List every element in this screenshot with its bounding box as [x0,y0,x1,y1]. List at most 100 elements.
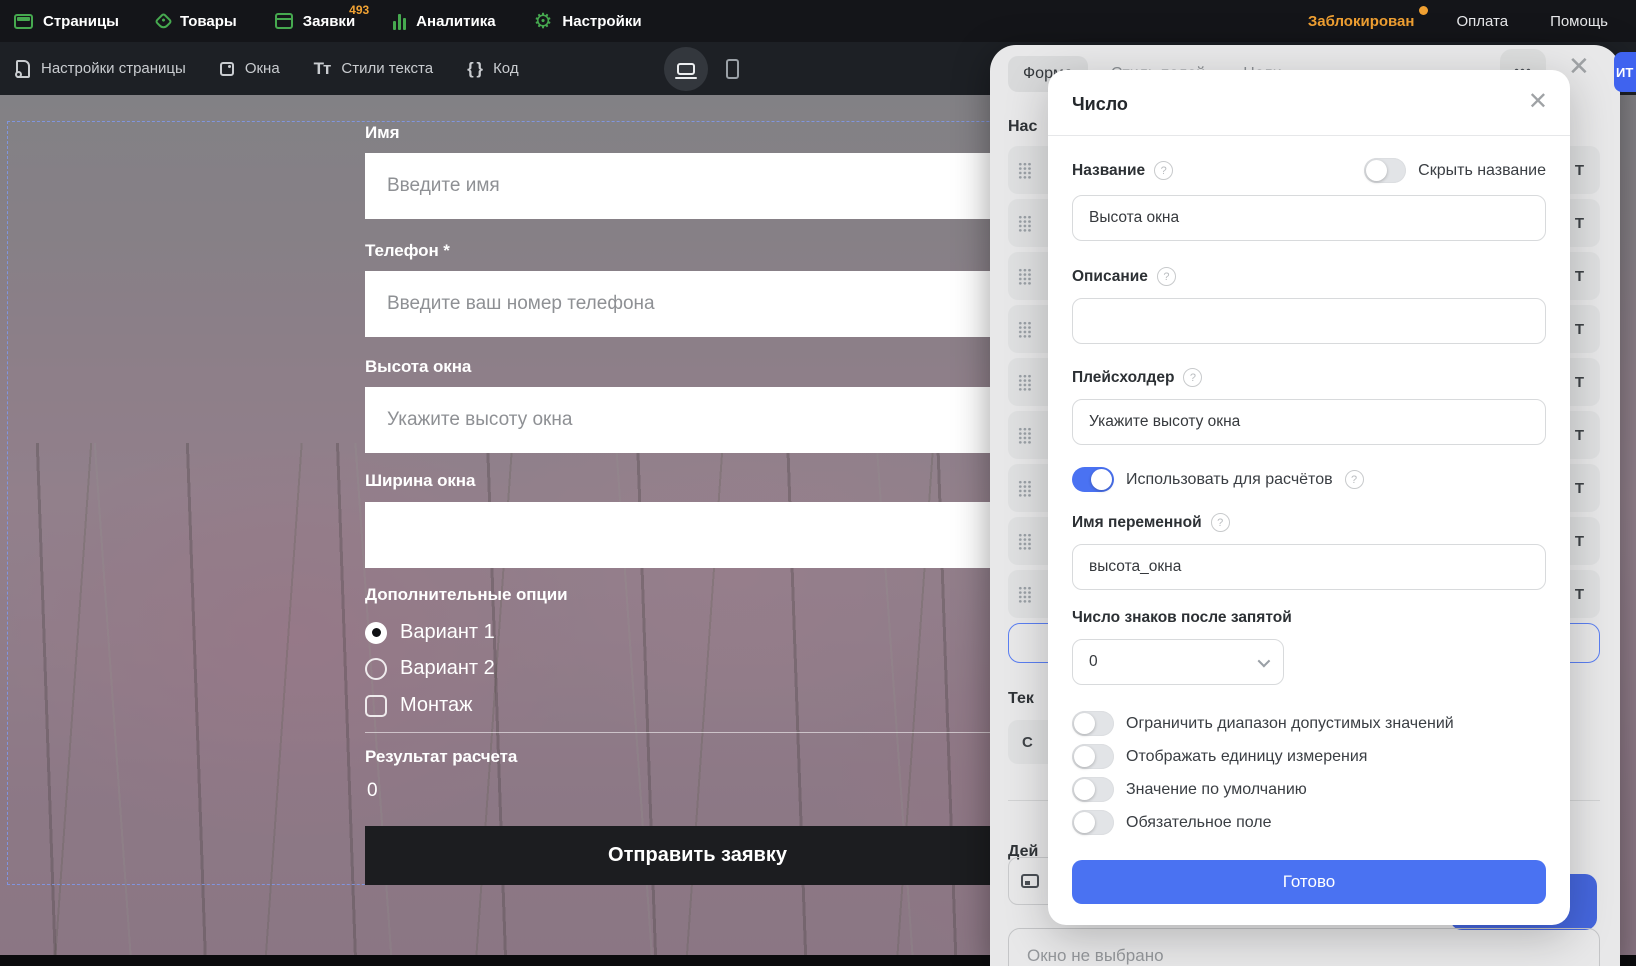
nav-item-settings[interactable]: ⚙ Настройки [534,11,642,31]
panel-heading-clipped: Нас [1008,118,1037,136]
page-settings-icon [16,60,30,78]
show-unit-toggle[interactable] [1072,744,1114,769]
nav-right-group: Заблокирован Оплата Помощь [1308,0,1608,42]
radio-option-label: Вариант 2 [400,657,495,680]
toggle-label: Отображать единицу измерения [1126,748,1367,766]
toggle-label: Обязательное поле [1126,814,1272,832]
mobile-preview-button mobile-icon[interactable] [726,59,739,79]
drag-handle-icon[interactable] [1018,533,1032,550]
drag-handle-icon[interactable] [1018,215,1032,232]
drag-handle-icon[interactable] [1018,427,1032,444]
hide-name-toggle[interactable] [1364,158,1406,183]
desktop-preview-button[interactable] [664,47,708,91]
field-type-icon[interactable]: Т [1575,162,1584,179]
placeholder-input[interactable] [1072,399,1546,445]
field-type-icon[interactable]: Т [1575,480,1584,497]
field-type-icon[interactable]: Т [1575,533,1584,550]
options-group-label: Дополнительные опции [365,585,567,605]
code-icon: { } [467,59,482,79]
variable-name-input[interactable] [1072,544,1546,590]
help-link[interactable]: Помощь [1550,13,1608,30]
nav-item-label: Аналитика [416,13,495,30]
toolbar-item-label: Стили текста [341,60,433,77]
default-value-toggle[interactable] [1072,777,1114,802]
checkbox-option-label: Монтаж [400,694,473,717]
hide-name-label: Скрыть название [1418,162,1546,180]
result-label: Результат расчета [365,747,517,767]
radio-option-2[interactable]: Вариант 2 [365,657,495,680]
gear-icon: ⚙ [534,11,553,31]
toolbar-item-label: Настройки страницы [41,60,186,77]
use-for-calculations-toggle[interactable] [1072,467,1114,492]
decimals-select[interactable]: 0 [1072,639,1284,685]
required-field-toggle[interactable] [1072,810,1114,835]
modal-title: Число [1072,94,1546,115]
toggle-label: Значение по умолчанию [1126,781,1307,799]
radio-selected-icon[interactable] [365,622,387,644]
decimals-label-row: Число знаков после запятой [1072,609,1546,627]
toolbar-group: Настройки страницы Окна Тт Стили текста … [0,59,519,79]
calc-toggle-label: Использовать для расчётов [1126,471,1333,489]
modal-header: Число ✕ [1048,70,1570,136]
window-select-input[interactable]: Окно не выбрано [1008,928,1600,966]
app-root: Страницы Товары Заявки 493 Аналитика ⚙ Н… [0,0,1636,966]
placeholder-label: Плейсхолдер [1072,369,1174,387]
drag-handle-icon[interactable] [1018,374,1032,391]
tag-icon [154,12,172,30]
drag-handle-icon[interactable] [1018,480,1032,497]
checkbox-option-montazh[interactable]: Монтаж [365,694,473,717]
help-icon[interactable]: ? [1183,368,1202,387]
field-type-icon[interactable]: Т [1575,427,1584,444]
nav-item-pages[interactable]: Страницы [14,13,119,30]
form-field-label: Телефон * [365,241,450,261]
description-input[interactable] [1072,298,1546,344]
name-label-row: Название ? Скрыть название [1072,158,1546,183]
default-value-toggle-row: Значение по умолчанию [1072,777,1546,802]
radio-unselected-icon[interactable] [365,658,387,680]
field-type-icon[interactable]: Т [1575,321,1584,338]
form-field-label: Имя [365,123,399,143]
help-icon[interactable]: ? [1154,161,1173,180]
device-preview-toggle [664,42,739,95]
done-button[interactable]: Готово [1072,860,1546,904]
nav-item-analytics[interactable]: Аналитика [393,12,495,30]
limit-range-toggle-row: Ограничить диапазон допустимых значений [1072,711,1546,736]
drag-handle-icon[interactable] [1018,268,1032,285]
field-name-input[interactable] [1072,195,1546,241]
toolbar-page-settings[interactable]: Настройки страницы [16,60,186,78]
panel-close-button close-icon[interactable]: ✕ [1568,53,1590,79]
payment-link[interactable]: Оплата [1456,13,1508,30]
field-type-icon[interactable]: Т [1575,268,1584,285]
placeholder-label-row: Плейсхолдер ? [1072,368,1546,387]
submit-request-button[interactable]: Отправить заявку [365,826,1030,885]
limit-range-toggle[interactable] [1072,711,1114,736]
help-icon[interactable]: ? [1157,267,1176,286]
nav-item-products[interactable]: Товары [157,13,237,30]
toolbar-text-styles[interactable]: Тт Стили текста [314,59,433,79]
checkbox-icon[interactable] [365,695,387,717]
drag-handle-icon[interactable] [1018,321,1032,338]
drag-handle-icon[interactable] [1018,162,1032,179]
hide-name-toggle-row: Скрыть название [1364,158,1546,183]
toolbar-windows[interactable]: Окна [220,60,280,77]
pages-icon [14,14,33,29]
form-field-label: Ширина окна [365,471,475,491]
drag-handle-icon[interactable] [1018,586,1032,603]
help-icon[interactable]: ? [1345,470,1364,489]
nav-item-orders[interactable]: Заявки 493 [275,13,355,30]
nav-item-label: Страницы [43,13,119,30]
toolbar-code[interactable]: { } Код [467,59,518,79]
field-type-icon[interactable]: Т [1575,215,1584,232]
description-label: Описание [1072,268,1148,286]
save-button-clipped[interactable]: ИТ [1614,52,1636,92]
window-preview-icon [1021,874,1039,888]
blocked-status-link[interactable]: Заблокирован [1308,13,1415,30]
modal-body: Название ? Скрыть название Описание ? Пл… [1048,136,1570,904]
result-value: 0 [367,780,378,802]
radio-option-1[interactable]: Вариант 1 [365,621,495,644]
field-type-icon[interactable]: Т [1575,374,1584,391]
modal-close-button close-icon[interactable]: ✕ [1528,90,1548,114]
help-icon[interactable]: ? [1211,513,1230,532]
field-type-icon[interactable]: Т [1575,586,1584,603]
nav-item-label: Заявки [303,13,355,30]
